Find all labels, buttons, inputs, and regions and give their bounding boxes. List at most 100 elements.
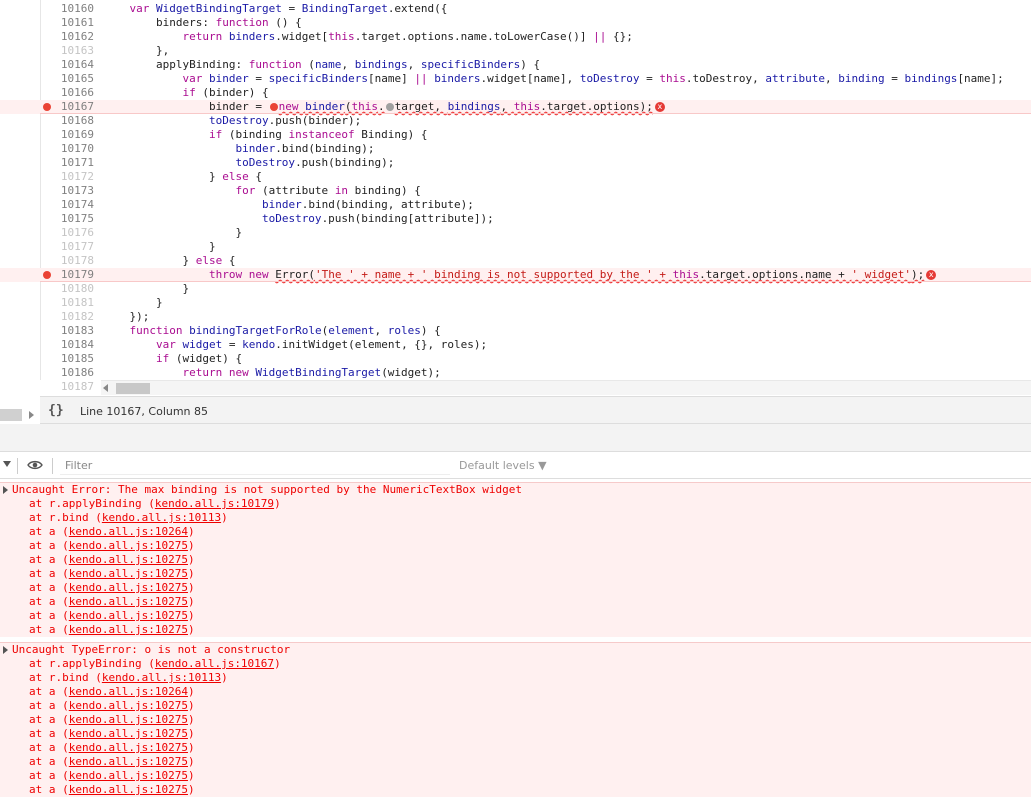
log-levels-dropdown[interactable]: Default levels ▼ (459, 459, 547, 472)
expand-triangle-icon[interactable] (3, 486, 8, 494)
line-number[interactable]: 10177 (42, 240, 94, 254)
pretty-print-button[interactable]: {} (48, 403, 64, 418)
source-link[interactable]: kendo.all.js:10275 (69, 581, 188, 594)
line-number[interactable]: 10170 (42, 142, 94, 156)
code-line[interactable]: 10183 function bindingTargetForRole(elem… (0, 324, 1031, 338)
source-link[interactable]: kendo.all.js:10167 (155, 657, 274, 670)
line-number[interactable]: 10166 (42, 86, 94, 100)
code-line[interactable]: 10169 if (binding instanceof Binding) { (0, 128, 1031, 142)
code-line[interactable]: 10168 toDestroy.push(binder); (0, 114, 1031, 128)
drawer-divider[interactable] (0, 424, 1031, 452)
inline-breakpoint-icon[interactable] (269, 103, 278, 111)
source-link[interactable]: kendo.all.js:10275 (69, 595, 188, 608)
source-link[interactable]: kendo.all.js:10275 (69, 769, 188, 782)
line-number[interactable]: 10163 (42, 44, 94, 58)
code-line[interactable]: 10175 toDestroy.push(binding[attribute])… (0, 212, 1031, 226)
line-number[interactable]: 10181 (42, 296, 94, 310)
code-token: ); (911, 268, 925, 281)
context-dropdown-arrow-icon[interactable] (3, 461, 11, 467)
line-number[interactable]: 10176 (42, 226, 94, 240)
line-number[interactable]: 10165 (42, 72, 94, 86)
line-number[interactable]: 10168 (42, 114, 94, 128)
code-line[interactable]: 10186 return new WidgetBindingTarget(wid… (0, 366, 1031, 380)
code-line[interactable]: 10176 } (0, 226, 1031, 240)
console-filter-input[interactable] (60, 457, 450, 475)
code-line[interactable]: 10162 return binders.widget[this.target.… (0, 30, 1031, 44)
code-line[interactable]: 10184 var widget = kendo.initWidget(elem… (0, 338, 1031, 352)
expand-triangle-icon[interactable] (3, 646, 8, 654)
inline-breakpoint-disabled-icon[interactable] (385, 103, 394, 111)
code-line[interactable]: 10182 }); (0, 310, 1031, 324)
line-number[interactable]: 10167 (42, 100, 94, 114)
line-number[interactable]: 10178 (42, 254, 94, 268)
code-line[interactable]: 10164 applyBinding: function (name, bind… (0, 58, 1031, 72)
line-number[interactable]: 10173 (42, 184, 94, 198)
code-line[interactable]: 10160 var WidgetBindingTarget = BindingT… (0, 2, 1031, 16)
code-line[interactable]: 10185 if (widget) { (0, 352, 1031, 366)
code-line[interactable]: 10172 } else { (0, 170, 1031, 184)
code-token: Binding) { (354, 128, 428, 141)
console-error-message[interactable]: Uncaught Error: The max binding is not s… (0, 482, 1031, 637)
line-number[interactable]: 10172 (42, 170, 94, 184)
code-line[interactable]: 10167 binder = new binder(this. target, b… (0, 100, 1031, 114)
scrollbar-thumb[interactable] (116, 383, 150, 394)
stack-frame: at a (kendo.all.js:10275) (0, 713, 1031, 727)
line-number[interactable]: 10187 (42, 380, 94, 394)
code-line[interactable]: 10166 if (binder) { (0, 86, 1031, 100)
source-link[interactable]: kendo.all.js:10275 (69, 567, 188, 580)
source-link[interactable]: kendo.all.js:10275 (69, 609, 188, 622)
source-link[interactable]: kendo.all.js:10264 (69, 685, 188, 698)
code-token: new (278, 100, 306, 113)
line-number[interactable]: 10175 (42, 212, 94, 226)
line-number[interactable]: 10164 (42, 58, 94, 72)
line-number[interactable]: 10179 (42, 268, 94, 282)
line-number[interactable]: 10161 (42, 16, 94, 30)
source-link[interactable]: kendo.all.js:10275 (69, 727, 188, 740)
code-line[interactable]: 10173 for (attribute in binding) { (0, 184, 1031, 198)
code-line[interactable]: 10170 binder.bind(binding); (0, 142, 1031, 156)
source-link[interactable]: kendo.all.js:10275 (69, 783, 188, 796)
code-line[interactable]: 10174 binder.bind(binding, attribute); (0, 198, 1031, 212)
code-line[interactable]: 10178 } else { (0, 254, 1031, 268)
source-link[interactable]: kendo.all.js:10179 (155, 497, 274, 510)
line-number[interactable]: 10183 (42, 324, 94, 338)
code-line[interactable]: 10181 } (0, 296, 1031, 310)
source-link[interactable]: kendo.all.js:10275 (69, 713, 188, 726)
line-number[interactable]: 10185 (42, 352, 94, 366)
code-line[interactable]: 10179 throw new Error('The ' + name + ' … (0, 268, 1031, 282)
source-link[interactable]: kendo.all.js:10275 (69, 755, 188, 768)
line-number[interactable]: 10169 (42, 128, 94, 142)
line-number[interactable]: 10160 (42, 2, 94, 16)
navigator-scrollbar-stub[interactable] (0, 409, 22, 421)
source-link[interactable]: kendo.all.js:10275 (69, 741, 188, 754)
expand-navigator-arrow-icon[interactable] (29, 411, 34, 419)
line-number[interactable]: 10182 (42, 310, 94, 324)
line-number[interactable]: 10174 (42, 198, 94, 212)
line-number[interactable]: 10184 (42, 338, 94, 352)
source-link[interactable]: kendo.all.js:10275 (69, 699, 188, 712)
source-link[interactable]: kendo.all.js:10113 (102, 671, 221, 684)
line-number[interactable]: 10162 (42, 30, 94, 44)
source-link[interactable]: kendo.all.js:10275 (69, 539, 188, 552)
code-line[interactable]: 10171 toDestroy.push(binding); (0, 156, 1031, 170)
code-line[interactable]: 10177 } (0, 240, 1031, 254)
source-link[interactable]: kendo.all.js:10264 (69, 525, 188, 538)
source-link[interactable]: kendo.all.js:10113 (102, 511, 221, 524)
code-editor[interactable]: 10160 var WidgetBindingTarget = BindingT… (0, 0, 1031, 395)
eye-icon[interactable] (27, 460, 43, 470)
console-error-message[interactable]: Uncaught TypeError: o is not a construct… (0, 642, 1031, 797)
line-number[interactable]: 10171 (42, 156, 94, 170)
code-line[interactable]: 10180 } (0, 282, 1031, 296)
code-line[interactable]: 10163 }, (0, 44, 1031, 58)
line-number[interactable]: 10180 (42, 282, 94, 296)
editor-horizontal-scrollbar[interactable] (101, 380, 1031, 395)
code-line[interactable]: 10165 var binder = specificBinders[name]… (0, 72, 1031, 86)
source-link[interactable]: kendo.all.js:10275 (69, 623, 188, 636)
line-number[interactable]: 10186 (42, 366, 94, 380)
error-message-header[interactable]: Uncaught TypeError: o is not a construct… (0, 643, 1031, 657)
source-link[interactable]: kendo.all.js:10275 (69, 553, 188, 566)
scroll-left-arrow-icon[interactable] (103, 384, 108, 392)
error-message-header[interactable]: Uncaught Error: The max binding is not s… (0, 483, 1031, 497)
code-line[interactable]: 10161 binders: function () { (0, 16, 1031, 30)
code-token: BindingTarget (301, 2, 388, 15)
